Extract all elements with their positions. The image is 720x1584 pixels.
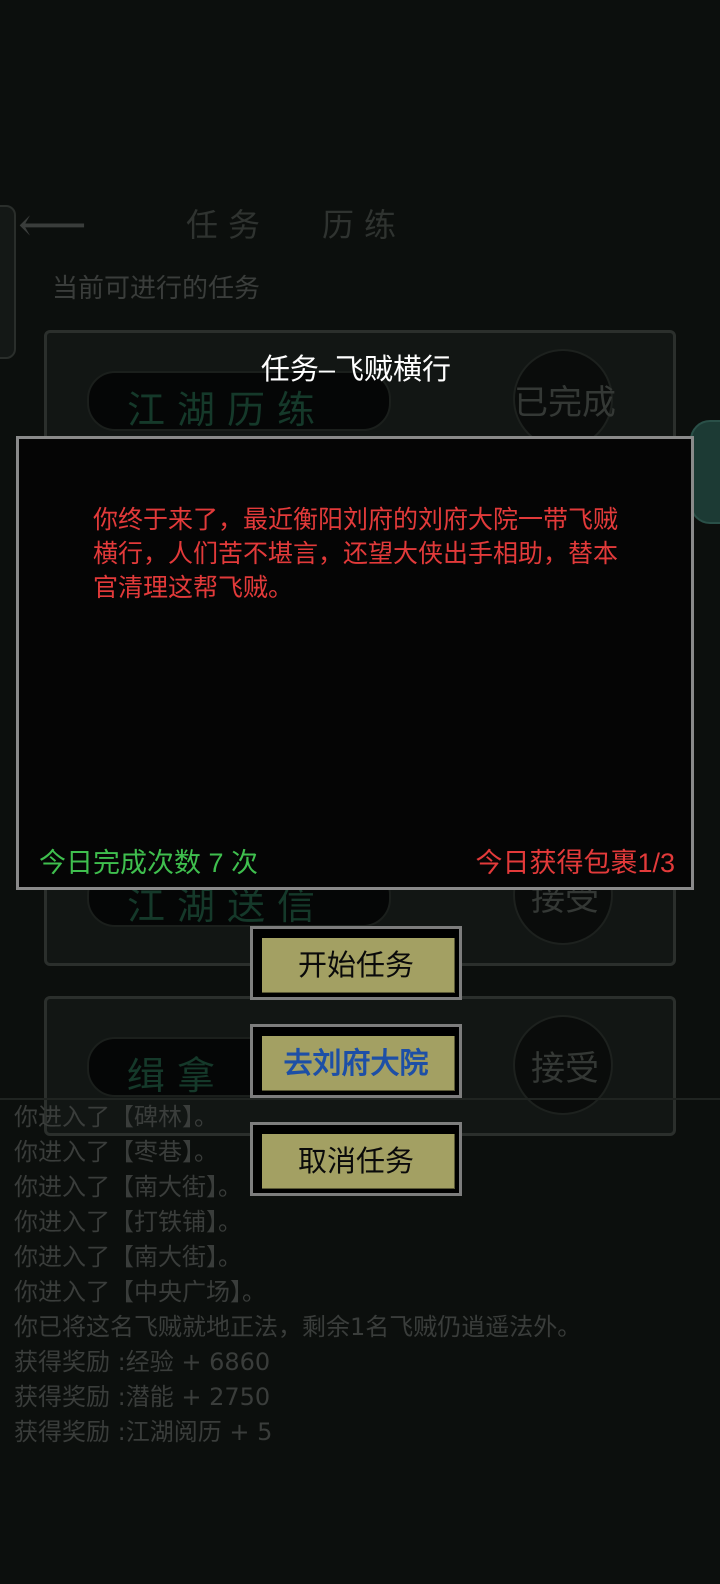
task-name: 缉拿: [127, 1054, 228, 1098]
task-description: 你终于来了，最近衡阳刘府的刘府大院一带飞贼横行，人们苦不堪言，还望大侠出手相助，…: [93, 506, 619, 602]
dialog-title: 任务–飞贼横行: [260, 354, 452, 386]
left-edge-tab: [0, 205, 16, 359]
section-title: 当前可进行的任务: [52, 274, 261, 304]
goto-location-label: 去刘府大院: [257, 1031, 455, 1091]
task-action-label: 接受: [531, 1049, 599, 1089]
log-line: 你进入了【打铁铺】。: [14, 1208, 242, 1236]
log-line: 获得奖励 :潜能 + 2750: [14, 1383, 271, 1411]
back-arrow-icon: ⟵: [18, 197, 87, 253]
log-line: 你已将这名飞贼就地正法，剩余1名飞贼仍逍遥法外。: [14, 1313, 582, 1341]
tab-training: 历练: [322, 206, 407, 244]
right-floating-tab: [690, 420, 720, 524]
start-task-button[interactable]: 开始任务: [250, 926, 462, 1000]
log-line: 你进入了【南大街】。: [14, 1243, 242, 1271]
tab-tasks: 任务: [186, 206, 271, 244]
completed-today-count: 今日完成次数 7 次: [39, 848, 259, 878]
packages-today-count: 今日获得包裹1/3: [475, 848, 675, 878]
task-dialog: 你终于来了，最近衡阳刘府的刘府大院一带飞贼横行，人们苦不堪言，还望大侠出手相助，…: [16, 436, 694, 890]
log-line: 获得奖励 :江湖阅历 + 5: [14, 1418, 273, 1446]
goto-location-button[interactable]: 去刘府大院: [250, 1024, 462, 1098]
log-line: 你进入了【中央广场】。: [14, 1278, 266, 1306]
log-line: 获得奖励 :经验 + 6860: [14, 1348, 271, 1376]
cancel-task-button[interactable]: 取消任务: [250, 1122, 462, 1196]
cancel-task-label: 取消任务: [257, 1129, 455, 1189]
start-task-label: 开始任务: [257, 933, 455, 993]
